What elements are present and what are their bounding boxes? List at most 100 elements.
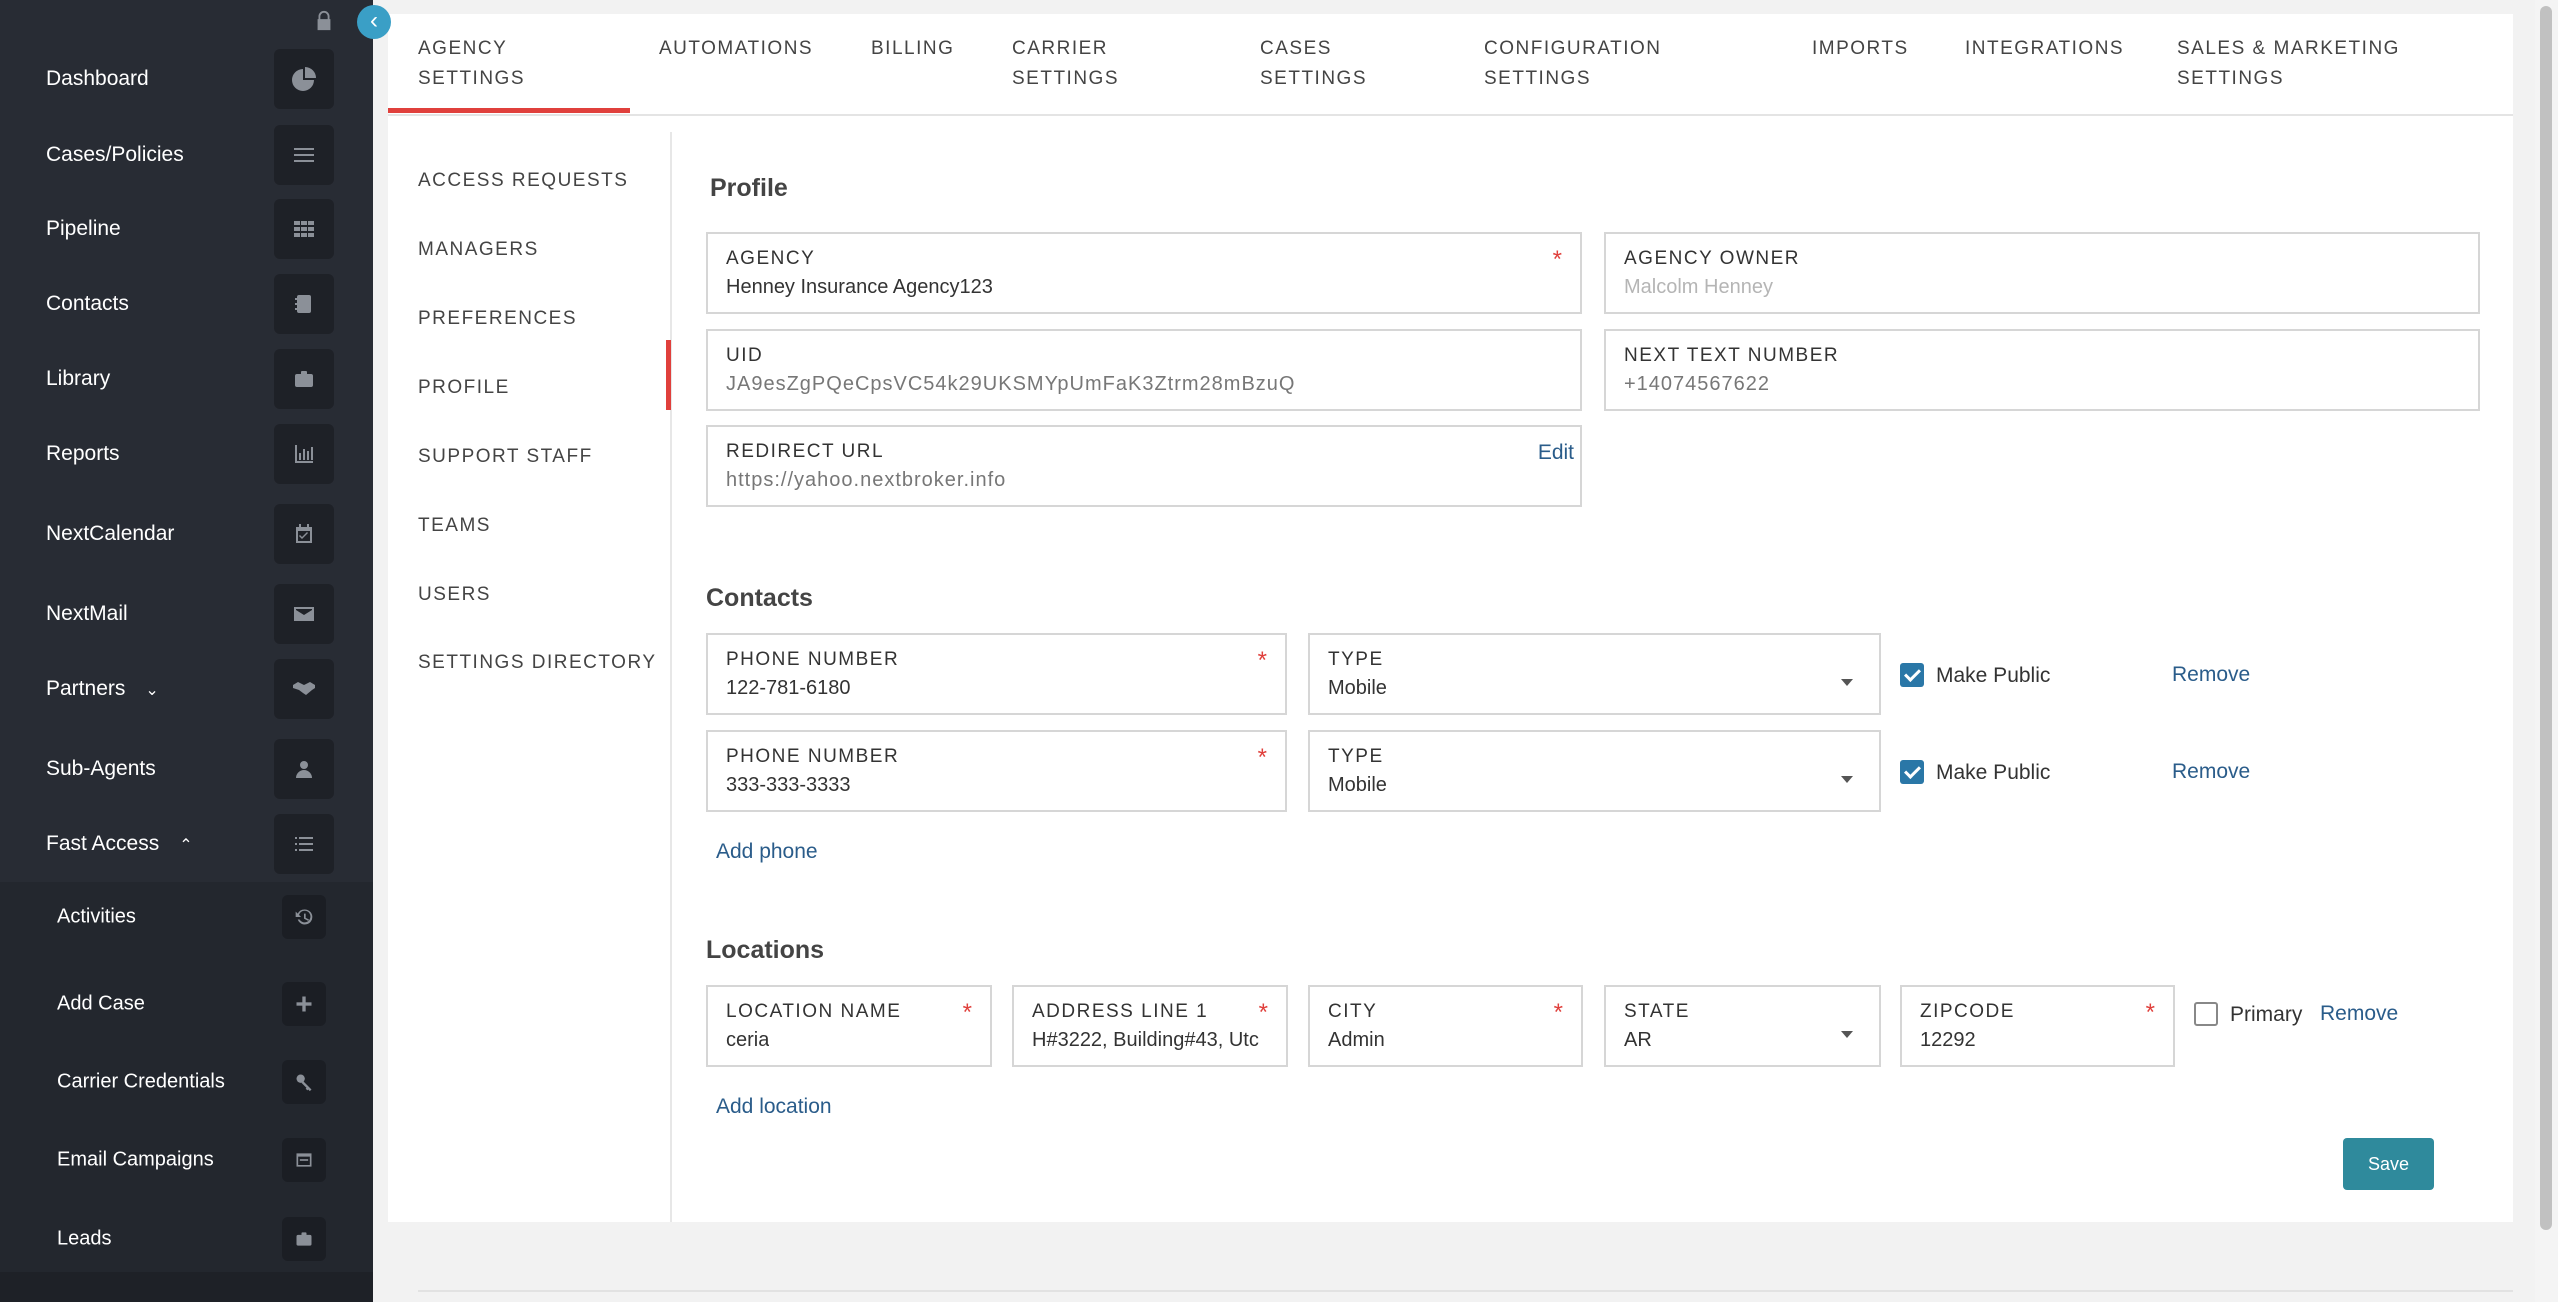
sidebar-item-label: Partners ⌄: [46, 676, 159, 700]
redirect-url-value: https://yahoo.nextbroker.info: [726, 469, 1007, 491]
list-icon: [274, 813, 334, 874]
fast-access-leads[interactable]: Leads: [0, 1204, 373, 1274]
sidebar-item-label: Contacts: [46, 291, 129, 315]
nav-preferences[interactable]: PREFERENCES: [418, 308, 577, 330]
sidebar-item-label: Library: [46, 366, 111, 390]
primary-checkbox[interactable]: [2194, 1002, 2218, 1026]
footer-divider: [418, 1290, 2513, 1292]
state-value: AR: [1624, 1029, 1652, 1051]
make-public-checkbox[interactable]: [1900, 663, 1924, 687]
sidebar-item-nextcalendar[interactable]: NextCalendar: [0, 496, 373, 571]
required-marker: *: [1258, 999, 1268, 1026]
state-select[interactable]: STATE AR: [1604, 985, 1881, 1067]
address-line-1-field[interactable]: ADDRESS LINE 1 * H#3222, Building#43, Ut…: [1012, 985, 1288, 1067]
sidebar-item-pipeline[interactable]: Pipeline: [0, 191, 373, 266]
required-marker: *: [1552, 246, 1562, 273]
nav-profile[interactable]: PROFILE: [418, 377, 510, 399]
tab-configuration-settings[interactable]: CONFIGURATION SETTINGS: [1484, 34, 1661, 94]
phone-type-value: Mobile: [1328, 774, 1387, 796]
remove-phone-link[interactable]: Remove: [2172, 663, 2250, 687]
phone-type-select[interactable]: TYPE Mobile: [1308, 633, 1881, 715]
plus-icon: [282, 982, 326, 1026]
add-phone-link[interactable]: Add phone: [716, 840, 818, 864]
tab-sales-marketing-settings[interactable]: SALES & MARKETING SETTINGS: [2177, 34, 2400, 94]
grid-icon: [274, 198, 334, 259]
briefcase-icon: [274, 348, 334, 409]
fast-access-add-case[interactable]: Add Case: [0, 969, 373, 1039]
zipcode-field[interactable]: ZIPCODE * 12292: [1900, 985, 2175, 1067]
fast-access-label: Carrier Credentials: [57, 1070, 225, 1093]
save-button[interactable]: Save: [2343, 1138, 2434, 1190]
nav-users[interactable]: USERS: [418, 584, 491, 606]
sidebar-item-fast-access[interactable]: Fast Access ⌃: [0, 806, 373, 881]
collapse-sidebar-button[interactable]: ‹: [357, 5, 391, 39]
tab-imports[interactable]: IMPORTS: [1812, 34, 1909, 64]
tab-carrier-settings[interactable]: CARRIER SETTINGS: [1012, 34, 1119, 94]
phone-number-field[interactable]: PHONE NUMBER * 333-333-3333: [706, 730, 1287, 812]
fast-access-carrier-credentials[interactable]: Carrier Credentials: [0, 1047, 373, 1117]
agency-field[interactable]: AGENCY * Henney Insurance Agency123: [706, 232, 1582, 314]
profile-content: Profile AGENCY * Henney Insurance Agency…: [672, 132, 2513, 1222]
handshake-icon: [274, 658, 334, 719]
sidebar-item-sub-agents[interactable]: Sub-Agents: [0, 731, 373, 806]
fast-access-label: Add Case: [57, 992, 145, 1015]
sidebar-item-label: NextCalendar: [46, 521, 175, 545]
nav-teams[interactable]: TEAMS: [418, 515, 491, 537]
lock-icon: [317, 10, 331, 31]
zipcode-value: 12292: [1920, 1029, 1976, 1051]
sidebar-item-label: Cases/Policies: [46, 142, 184, 166]
remove-phone-link[interactable]: Remove: [2172, 760, 2250, 784]
sidebar-item-contacts[interactable]: Contacts: [0, 266, 373, 341]
fast-access-label: Email Campaigns: [57, 1148, 214, 1171]
nav-settings-directory[interactable]: SETTINGS DIRECTORY: [418, 652, 657, 674]
settings-body: ACCESS REQUESTS MANAGERS PREFERENCES PRO…: [388, 132, 2513, 1222]
fast-access-label: Activities: [57, 905, 136, 928]
settings-card: AGENCY SETTINGS AUTOMATIONS BILLING CARRI…: [387, 14, 2513, 1222]
fast-access-email-campaigns[interactable]: Email Campaigns: [0, 1125, 373, 1195]
nav-access-requests[interactable]: ACCESS REQUESTS: [418, 170, 628, 192]
phone-number-value: 333-333-3333: [726, 774, 851, 796]
bar-chart-icon: [274, 423, 334, 484]
location-name-field[interactable]: LOCATION NAME * ceria: [706, 985, 992, 1067]
city-value: Admin: [1328, 1029, 1385, 1051]
redirect-url-field: REDIRECT URL Edit https://yahoo.nextbrok…: [706, 425, 1582, 507]
tab-automations[interactable]: AUTOMATIONS: [659, 34, 813, 64]
remove-location-link[interactable]: Remove: [2320, 1002, 2398, 1026]
sidebar-item-dashboard[interactable]: Dashboard: [0, 41, 373, 116]
tab-billing[interactable]: BILLING: [871, 34, 954, 64]
agency-owner-field[interactable]: AGENCY OWNER Malcolm Henney: [1604, 232, 2480, 314]
tab-integrations[interactable]: INTEGRATIONS: [1965, 34, 2124, 64]
fast-access-panel: Activities Add Case Carrier Credentials …: [0, 882, 373, 1272]
phone-number-value: 122-781-6180: [726, 677, 851, 699]
required-marker: *: [2145, 999, 2155, 1026]
fast-access-activities[interactable]: Activities: [0, 882, 373, 952]
add-location-link[interactable]: Add location: [716, 1095, 832, 1119]
make-public-checkbox[interactable]: [1900, 760, 1924, 784]
sidebar-item-nextmail[interactable]: NextMail: [0, 576, 373, 651]
history-icon: [282, 895, 326, 939]
location-name-value: ceria: [726, 1029, 770, 1051]
tab-agency-settings[interactable]: AGENCY SETTINGS: [387, 34, 631, 113]
address-book-icon: [274, 273, 334, 334]
phone-type-select[interactable]: TYPE Mobile: [1308, 730, 1881, 812]
city-field[interactable]: CITY * Admin: [1308, 985, 1583, 1067]
locations-title: Locations: [706, 936, 825, 964]
edit-redirect-url-link[interactable]: Edit: [1538, 441, 1574, 465]
sidebar-item-reports[interactable]: Reports: [0, 416, 373, 491]
window-icon: [282, 1138, 326, 1182]
nav-managers[interactable]: MANAGERS: [418, 239, 539, 261]
next-text-number-field: NEXT TEXT NUMBER +14074567622: [1604, 329, 2480, 411]
nav-support-staff[interactable]: SUPPORT STAFF: [418, 446, 593, 468]
next-text-number-value: +14074567622: [1624, 373, 1771, 395]
tab-cases-settings[interactable]: CASES SETTINGS: [1260, 34, 1367, 94]
uid-field: UID JA9esZgPQeCpsVC54k29UKSMYpUmFaK3Ztrm…: [706, 329, 1582, 411]
required-marker: *: [1257, 647, 1267, 674]
sidebar-item-cases-policies[interactable]: Cases/Policies: [0, 117, 373, 192]
scrollbar-thumb[interactable]: [2540, 6, 2552, 1230]
sidebar-item-library[interactable]: Library: [0, 341, 373, 416]
agency-settings-nav: ACCESS REQUESTS MANAGERS PREFERENCES PRO…: [388, 132, 672, 1222]
sidebar-item-partners[interactable]: Partners ⌄: [0, 651, 373, 726]
page-scrollbar[interactable]: [2535, 0, 2558, 1302]
chevron-down-icon: ⌄: [145, 681, 159, 699]
phone-number-field[interactable]: PHONE NUMBER * 122-781-6180: [706, 633, 1287, 715]
